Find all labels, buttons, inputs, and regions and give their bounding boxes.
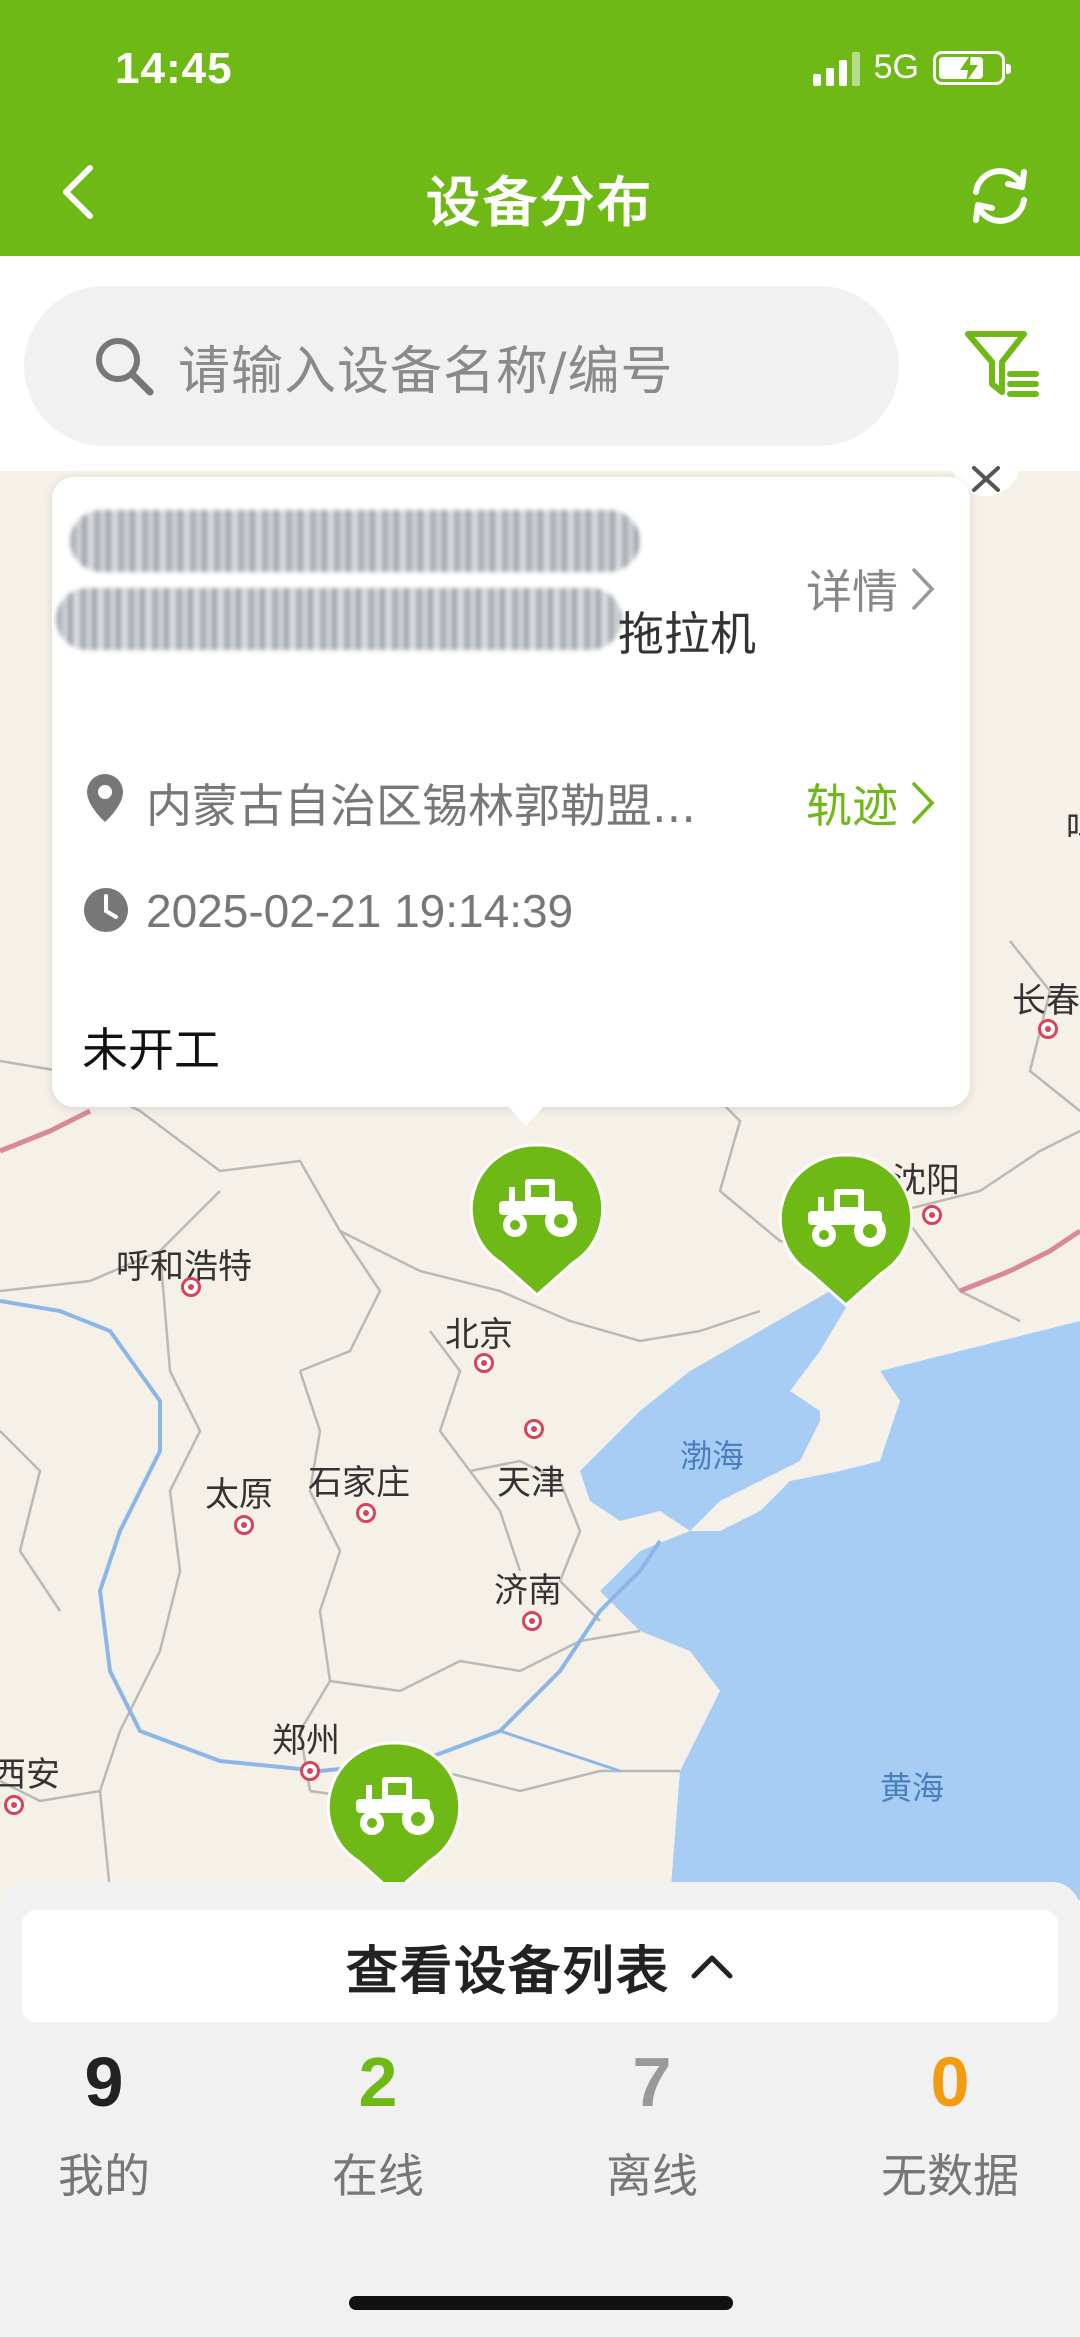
city-marker — [474, 1353, 494, 1373]
search-icon — [96, 338, 154, 396]
stat-offline[interactable]: 7 离线 — [532, 2042, 772, 2206]
search-bar-area: 请输入设备名称/编号 — [0, 256, 1080, 471]
sea-label-bohai: 渤海 — [680, 1437, 745, 1475]
view-device-list-button[interactable]: 查看设备列表 — [22, 1910, 1058, 2022]
stat-value: 9 — [84, 2043, 124, 2121]
city-marker — [1038, 1019, 1058, 1039]
sea-label-huanghai: 黄海 — [880, 1769, 945, 1807]
popup-pointer — [506, 1104, 546, 1126]
stat-value: 2 — [358, 2043, 398, 2121]
city-label-tianjin: 天津 — [497, 1463, 565, 1503]
close-icon — [972, 466, 1000, 492]
clock-icon — [84, 888, 128, 932]
device-timestamp: 2025-02-21 19:14:39 — [146, 885, 574, 937]
city-marker — [181, 1277, 201, 1297]
device-marker-tractor[interactable] — [326, 1739, 462, 1895]
city-label-beijing: 北京 — [445, 1315, 513, 1355]
detail-label: 详情 — [806, 565, 898, 619]
stat-mine[interactable]: 9 我的 — [0, 2042, 224, 2206]
stat-no-data[interactable]: 0 无数据 — [830, 2042, 1070, 2206]
page-title: 设备分布 — [426, 171, 654, 234]
city-marker — [524, 1419, 544, 1439]
stat-label: 在线 — [332, 2149, 424, 2203]
refresh-icon — [973, 168, 1027, 224]
city-marker — [234, 1515, 254, 1535]
stat-value: 7 — [632, 2043, 672, 2121]
city-label-jinan: 济南 — [494, 1571, 562, 1611]
detail-link[interactable]: 详情 — [806, 556, 936, 622]
signal-icon — [812, 50, 860, 86]
status-time: 14:45 — [115, 44, 233, 93]
work-status: 未开工 — [82, 1023, 220, 1077]
search-input[interactable]: 请输入设备名称/编号 — [24, 286, 899, 446]
redacted-device-name — [70, 510, 640, 572]
chevron-right-icon — [912, 782, 935, 824]
track-label: 轨迹 — [806, 779, 898, 833]
device-type-label: 拖拉机 — [618, 607, 756, 661]
city-label-changchun: 长春 — [1012, 981, 1080, 1021]
track-link[interactable]: 轨迹 — [806, 770, 936, 836]
city-marker — [356, 1503, 376, 1523]
bottom-panel: 查看设备列表 9 我的 2 在线 7 离线 0 无数据 — [0, 1882, 1080, 2337]
chevron-right-icon — [912, 568, 935, 610]
app-header: 14:45 5G 设备分布 — [0, 0, 1080, 256]
city-label-taiyuan: 太原 — [205, 1475, 273, 1515]
refresh-button[interactable] — [964, 160, 1036, 232]
battery-icon — [933, 50, 1011, 85]
network-label: 5G — [873, 48, 919, 86]
view-device-list-label: 查看设备列表 — [345, 1941, 670, 2002]
stat-label: 我的 — [58, 2149, 150, 2203]
chevron-up-icon — [691, 1955, 733, 1979]
city-marker — [522, 1611, 542, 1631]
device-marker-tractor[interactable] — [469, 1141, 605, 1297]
status-indicators: 5G — [812, 48, 1011, 87]
location-pin-icon — [87, 774, 123, 822]
device-location: 内蒙古自治区锡林郭勒盟... — [146, 779, 696, 833]
city-marker — [300, 1761, 320, 1781]
city-marker — [922, 1205, 942, 1225]
city-label-shijiazhuang: 石家庄 — [308, 1463, 410, 1503]
stat-value: 0 — [930, 2043, 970, 2121]
city-label-edge: 吗 — [1066, 801, 1080, 850]
stat-label: 离线 — [606, 2149, 698, 2203]
city-label-xian: 西安 — [0, 1755, 60, 1795]
city-marker — [4, 1795, 24, 1815]
device-marker-tractor[interactable] — [778, 1151, 914, 1307]
filter-button[interactable] — [962, 324, 1042, 404]
stat-online[interactable]: 2 在线 — [258, 2042, 498, 2206]
filter-icon — [965, 331, 1039, 397]
redacted-device-code — [56, 588, 622, 650]
search-placeholder: 请输入设备名称/编号 — [178, 341, 674, 402]
stat-label: 无数据 — [881, 2149, 1019, 2203]
home-indicator[interactable] — [349, 2296, 733, 2310]
